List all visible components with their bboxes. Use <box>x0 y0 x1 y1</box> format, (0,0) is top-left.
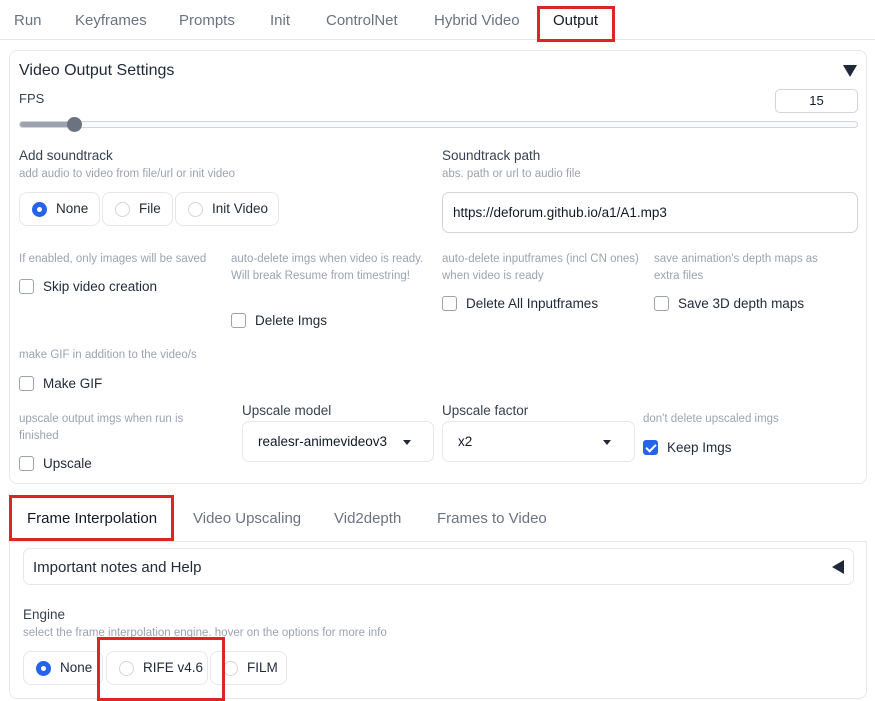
tab-keyframes[interactable]: Keyframes <box>75 12 147 29</box>
engine-option-rife[interactable]: RIFE v4.6 <box>106 651 208 685</box>
delete-imgs-label: Delete Imgs <box>255 313 328 328</box>
upscale-model-value: realesr-animevideov3 <box>258 434 388 449</box>
make-gif-description: make GIF in addition to the video/s <box>19 349 197 361</box>
radio-label: Init Video <box>212 201 269 216</box>
soundtrack-option-init-video[interactable]: Init Video <box>175 192 279 226</box>
chevron-down-icon <box>403 440 411 445</box>
upscale-factor-dropdown[interactable]: x2 <box>442 421 635 462</box>
tab-run[interactable]: Run <box>14 12 42 29</box>
tab-prompts[interactable]: Prompts <box>179 12 235 29</box>
radio-checked-icon <box>36 661 51 676</box>
upscale-checkbox[interactable] <box>19 456 34 471</box>
fps-number-input[interactable]: 15 <box>775 89 858 113</box>
engine-option-film[interactable]: FILM <box>210 651 287 685</box>
upscale-factor-label: Upscale factor <box>442 403 529 418</box>
tab-frame-interpolation[interactable]: Frame Interpolation <box>27 510 157 527</box>
save-depth-label: Save 3D depth maps <box>678 296 805 311</box>
collapse-triangle-icon[interactable] <box>843 65 857 77</box>
radio-label: RIFE v4.6 <box>143 660 204 675</box>
keep-imgs-description: don't delete upscaled imgs <box>643 413 779 425</box>
tab-frames-to-video[interactable]: Frames to Video <box>437 510 547 527</box>
upscale-model-label: Upscale model <box>242 403 332 418</box>
skip-video-label: Skip video creation <box>43 279 158 294</box>
fps-label: FPS <box>19 91 45 106</box>
soundtrack-option-none[interactable]: None <box>19 192 100 226</box>
engine-label: Engine <box>23 607 66 622</box>
expand-triangle-icon <box>832 560 844 574</box>
upscale-description: upscale output imgs when run is finished <box>19 413 184 442</box>
important-notes-accordion[interactable]: Important notes and Help <box>23 548 854 585</box>
delete-inputframes-description: auto-delete inputframes (incl CN ones) w… <box>442 253 639 282</box>
engine-option-none[interactable]: None <box>23 651 103 685</box>
panel-title: Video Output Settings <box>19 62 175 79</box>
soundtrack-path-description: abs. path or url to audio file <box>442 168 581 180</box>
engine-description: select the frame interpolation engine. h… <box>23 627 387 639</box>
soundtrack-path-input[interactable]: https://deforum.github.io/a1/A1.mp3 <box>442 192 858 233</box>
tab-output[interactable]: Output <box>553 12 598 29</box>
notes-title: Important notes and Help <box>33 559 202 576</box>
skip-video-checkbox[interactable] <box>19 279 34 294</box>
tab-init[interactable]: Init <box>270 12 290 29</box>
radio-label: None <box>56 201 89 216</box>
save-depth-checkbox[interactable] <box>654 296 669 311</box>
keep-imgs-label: Keep Imgs <box>667 440 732 455</box>
tab-hybrid-video[interactable]: Hybrid Video <box>434 12 520 29</box>
save-depth-description: save animation's depth maps as extra fil… <box>654 253 818 282</box>
fps-slider-track[interactable] <box>19 121 858 128</box>
upscale-label: Upscale <box>43 456 92 471</box>
add-soundtrack-description: add audio to video from file/url or init… <box>19 168 236 180</box>
radio-checked-icon <box>32 202 47 217</box>
fps-slider-handle[interactable] <box>66 117 82 132</box>
make-gif-checkbox[interactable] <box>19 376 34 391</box>
radio-label: None <box>60 660 93 675</box>
keep-imgs-checkbox[interactable] <box>643 440 658 455</box>
chevron-down-icon <box>603 440 611 445</box>
radio-unchecked-icon <box>115 202 130 217</box>
soundtrack-option-file[interactable]: File <box>102 192 173 226</box>
radio-label: FILM <box>247 660 278 675</box>
skip-video-description: If enabled, only images will be saved <box>19 253 207 265</box>
radio-label: File <box>139 201 161 216</box>
upscale-factor-value: x2 <box>458 434 473 449</box>
delete-inputframes-checkbox[interactable] <box>442 296 457 311</box>
make-gif-label: Make GIF <box>43 376 103 391</box>
upscale-model-dropdown[interactable]: realesr-animevideov3 <box>242 421 434 462</box>
soundtrack-path-label: Soundtrack path <box>442 148 541 163</box>
delete-imgs-checkbox[interactable] <box>231 313 246 328</box>
tab-video-upscaling[interactable]: Video Upscaling <box>193 510 301 527</box>
delete-imgs-description: auto-delete imgs when video is ready. Wi… <box>231 253 424 282</box>
add-soundtrack-label: Add soundtrack <box>19 148 113 163</box>
radio-unchecked-icon <box>188 202 203 217</box>
main-tab-bar: Run Keyframes Prompts Init ControlNet Hy… <box>0 0 875 40</box>
delete-inputframes-label: Delete All Inputframes <box>466 296 599 311</box>
radio-unchecked-icon <box>119 661 134 676</box>
tab-vid2depth[interactable]: Vid2depth <box>334 510 401 527</box>
tab-controlnet[interactable]: ControlNet <box>326 12 398 29</box>
radio-unchecked-icon <box>223 661 238 676</box>
